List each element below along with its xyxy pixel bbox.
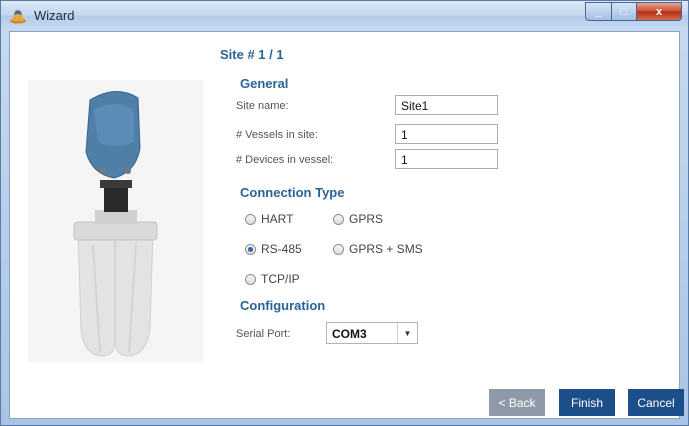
site-name-input[interactable]: Site1: [395, 95, 498, 115]
radio-rs485-label: RS-485: [261, 242, 302, 256]
vessels-input[interactable]: 1: [395, 124, 498, 144]
serial-port-select[interactable]: COM3 ▼: [326, 322, 418, 344]
maximize-button[interactable]: □: [611, 2, 637, 21]
radio-hart-label: HART: [261, 212, 294, 226]
radio-rs485-circle[interactable]: [245, 243, 256, 255]
radio-gprs-circle[interactable]: [333, 213, 344, 225]
radio-tcpip-circle[interactable]: [245, 273, 256, 285]
minimize-button[interactable]: _: [585, 2, 611, 21]
serial-port-value: COM3: [332, 327, 367, 341]
caption-buttons: _ □ x: [585, 2, 682, 21]
radio-tcpip-label: TCP/IP: [261, 272, 300, 286]
radio-gprs-sms-label: GPRS + SMS: [349, 242, 423, 256]
connection-type-heading: Connection Type: [240, 185, 345, 200]
radio-gprs-label: GPRS: [349, 212, 384, 226]
radio-gprs[interactable]: GPRS: [333, 212, 383, 226]
finish-button[interactable]: Finish: [559, 389, 615, 416]
general-heading: General: [240, 76, 289, 91]
devices-label: # Devices in vessel:: [236, 154, 334, 166]
devices-input[interactable]: 1: [395, 149, 498, 169]
radio-rs485[interactable]: RS-485: [245, 242, 302, 256]
window-title: Wizard: [34, 8, 75, 23]
chevron-down-icon[interactable]: ▼: [397, 323, 417, 343]
wizard-hat-icon: [10, 9, 26, 24]
device-image: [28, 80, 203, 362]
serial-port-label: Serial Port:: [236, 328, 291, 340]
title-bar[interactable]: Wizard _ □ x: [1, 1, 688, 30]
configuration-heading: Configuration: [240, 298, 326, 313]
radio-hart[interactable]: HART: [245, 212, 293, 226]
site-name-label: Site name:: [236, 100, 289, 112]
vessels-label: # Vessels in site:: [236, 129, 318, 141]
maximize-icon: □: [620, 5, 628, 18]
site-title: Site # 1 / 1: [220, 47, 284, 62]
close-icon: x: [655, 5, 663, 18]
close-button[interactable]: x: [637, 2, 682, 21]
radio-gprs-sms[interactable]: GPRS + SMS: [333, 242, 423, 256]
wizard-content: Site # 1 / 1 General Site name: Site1 # …: [9, 31, 684, 419]
radio-tcpip[interactable]: TCP/IP: [245, 272, 300, 286]
minimize-icon: _: [595, 5, 602, 18]
wizard-window: Wizard _ □ x Site # 1 / 1 General Site n…: [0, 0, 689, 426]
radio-hart-circle[interactable]: [245, 213, 256, 225]
radio-gprs-sms-circle[interactable]: [333, 243, 344, 255]
back-button[interactable]: < Back: [489, 389, 545, 416]
cancel-button[interactable]: Cancel: [628, 389, 684, 416]
